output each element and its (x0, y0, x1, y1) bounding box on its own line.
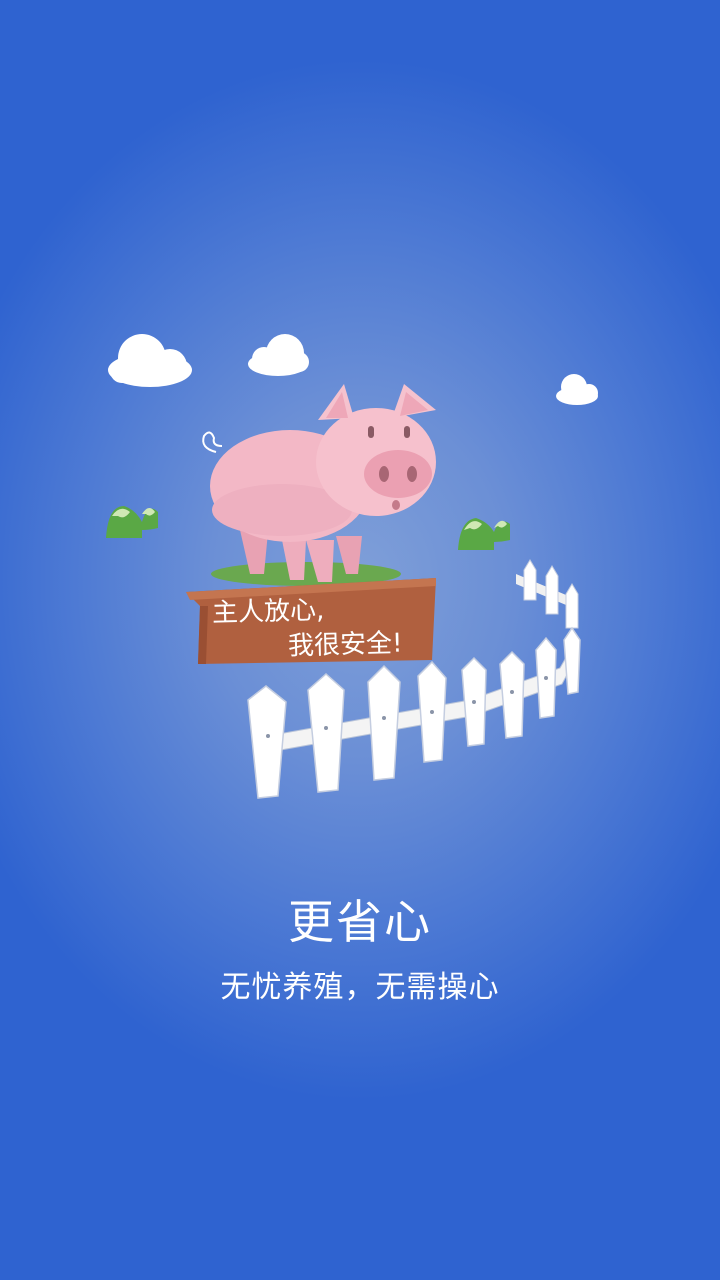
feature-title: 更省心 (288, 895, 432, 949)
onboarding-screen: 主人放心, 我很安全! 更省心 无忧养殖，无需操心 (0, 0, 720, 1280)
feature-subtitle: 无忧养殖，无需操心 (220, 970, 500, 1005)
cloud-icon (556, 374, 598, 405)
cloud-icon (108, 334, 192, 387)
hill-icon (458, 518, 510, 550)
sign-text-line1: 主人放心, (211, 595, 325, 629)
hill-icon (106, 506, 158, 538)
pig-icon (202, 384, 436, 582)
sign-text-line2: 我很安全! (287, 628, 403, 662)
cloud-icon (248, 334, 309, 376)
farm-illustration (106, 334, 598, 799)
